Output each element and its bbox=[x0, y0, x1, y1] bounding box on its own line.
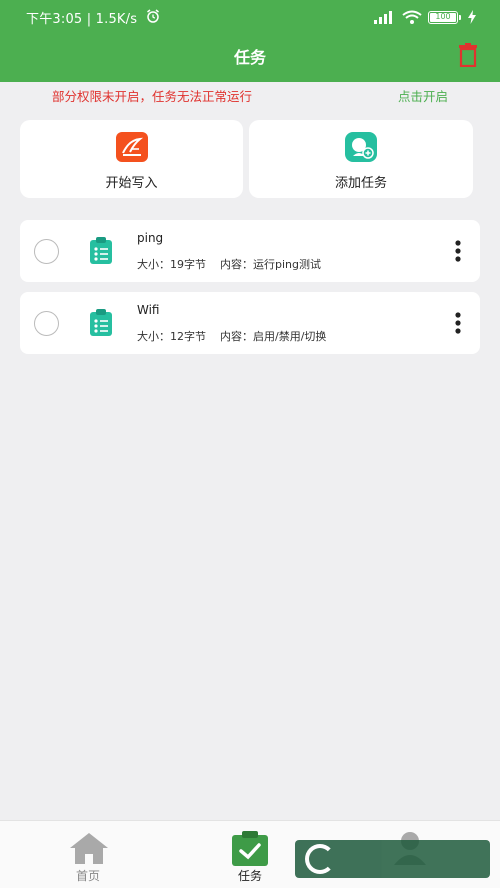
task-select-radio[interactable] bbox=[34, 311, 59, 336]
home-icon bbox=[70, 833, 108, 864]
content-label: 内容： bbox=[220, 258, 253, 271]
app-header: 下午3:05 | 1.5K/s 100 任务 bbox=[0, 0, 500, 82]
task-item[interactable]: ping 大小：19字节 内容：运行ping测试 bbox=[20, 220, 480, 282]
battery-level: 100 bbox=[435, 11, 451, 21]
tab-task[interactable]: 任务 bbox=[190, 821, 310, 888]
size-label: 大小： bbox=[137, 258, 170, 271]
start-write-label: 开始写入 bbox=[105, 176, 158, 191]
add-task-button[interactable]: 添加任务 bbox=[249, 120, 473, 198]
task-meta: 大小：12字节 内容：启用/禁用/切换 bbox=[137, 328, 326, 344]
task-content: 启用/禁用/切换 bbox=[253, 330, 327, 343]
task-meta: 大小：19字节 内容：运行ping测试 bbox=[137, 256, 321, 272]
add-task-icon bbox=[345, 132, 377, 162]
signal-icon bbox=[374, 11, 392, 24]
more-vertical-icon[interactable] bbox=[454, 311, 462, 335]
watermark-logo bbox=[295, 840, 490, 878]
add-task-label: 添加任务 bbox=[334, 176, 387, 191]
battery-icon: 100 bbox=[428, 10, 461, 24]
alarm-icon bbox=[147, 9, 159, 23]
task-icon bbox=[232, 831, 268, 866]
status-icons: 100 bbox=[374, 9, 476, 25]
content-label: 内容： bbox=[220, 330, 253, 343]
tab-home-label: 首页 bbox=[75, 869, 100, 883]
trash-icon[interactable] bbox=[458, 43, 478, 67]
tab-task-label: 任务 bbox=[237, 869, 262, 883]
status-bar: 下午3:05 | 1.5K/s 100 bbox=[0, 6, 500, 28]
task-size: 19字节 bbox=[170, 258, 206, 271]
task-item[interactable]: Wifi 大小：12字节 内容：启用/禁用/切换 bbox=[20, 292, 480, 354]
wifi-icon bbox=[402, 10, 422, 24]
start-write-button[interactable]: 开始写入 bbox=[20, 120, 243, 198]
more-vertical-icon[interactable] bbox=[454, 239, 462, 263]
permission-banner: 部分权限未开启，任务无法正常运行 点击开启 bbox=[0, 84, 500, 108]
task-size: 12字节 bbox=[170, 330, 206, 343]
page-title: 任务 bbox=[233, 48, 266, 67]
permission-message: 部分权限未开启，任务无法正常运行 bbox=[52, 89, 253, 104]
tab-home[interactable]: 首页 bbox=[28, 821, 148, 888]
network-speed: 1.5K/s bbox=[95, 12, 138, 27]
clipboard-icon bbox=[90, 309, 112, 336]
write-icon bbox=[115, 132, 148, 162]
task-name: Wifi bbox=[137, 303, 160, 317]
task-content: 运行ping测试 bbox=[253, 258, 321, 271]
status-time: 下午3:05 | 1.5K/s bbox=[26, 12, 138, 27]
enable-permission-link[interactable]: 点击开启 bbox=[398, 86, 448, 105]
task-select-radio[interactable] bbox=[34, 239, 59, 264]
watermark-mark bbox=[305, 844, 335, 874]
task-name: ping bbox=[137, 231, 164, 245]
size-label: 大小： bbox=[137, 330, 170, 343]
clipboard-icon bbox=[90, 237, 112, 264]
clock-text: 下午3:05 bbox=[26, 12, 83, 27]
charging-icon bbox=[468, 10, 476, 24]
